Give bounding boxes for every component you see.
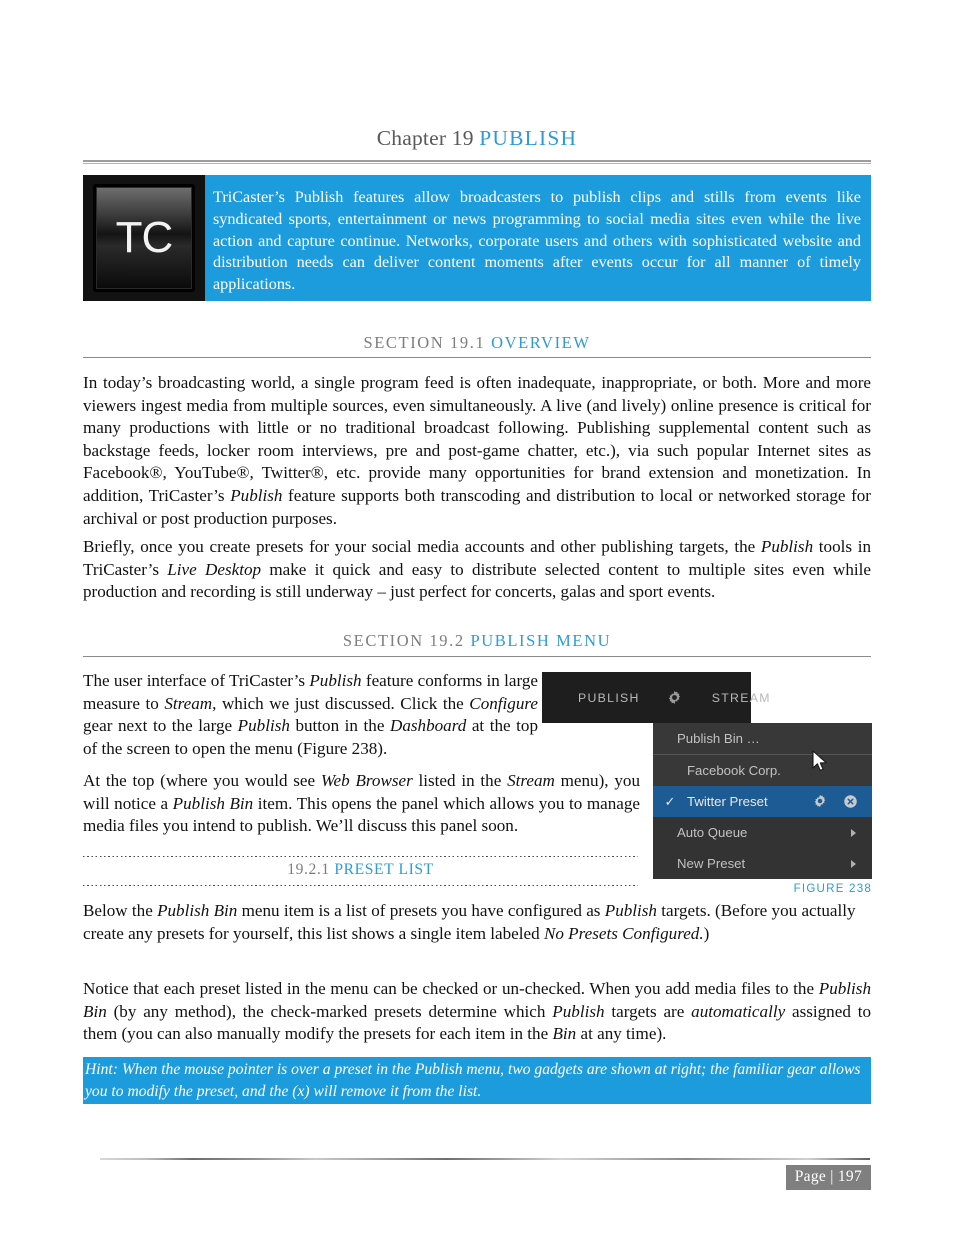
tricaster-logo-text: TC — [115, 213, 174, 262]
paragraph-publish-menu-1: The user interface of TriCaster’s Publis… — [83, 671, 539, 758]
section-19-1-divider — [83, 357, 871, 358]
section-19-2-title: PUBLISH MENU — [470, 631, 612, 650]
tricaster-logo: TC — [83, 175, 205, 301]
page-number-badge: Page | 197 — [785, 1165, 871, 1190]
title-divider — [83, 160, 871, 164]
section-19-2-divider — [83, 656, 871, 657]
menu-item-label: Facebook Corp. — [687, 763, 781, 778]
chapter-number: Chapter 19 — [376, 126, 474, 150]
checkmark-icon: ✓ — [664, 793, 676, 809]
gear-icon[interactable] — [812, 793, 828, 809]
page-title: Chapter 19 PUBLISH — [83, 126, 871, 151]
intro-text: TriCaster’s Publish features allow broad… — [213, 188, 861, 294]
section-heading-19-2: SECTION 19.2 PUBLISH MENU — [83, 631, 871, 651]
menu-item-label: Twitter Preset — [687, 794, 768, 809]
section-19-1-number: SECTION 19.1 — [363, 333, 486, 352]
subsection-heading-19-2-1: 19.2.1 PRESET LIST — [83, 856, 638, 888]
paragraph-preset-list-2: Notice that each preset listed in the me… — [83, 979, 871, 1044]
section-19-1-title: OVERVIEW — [491, 333, 591, 352]
menu-item-label: Auto Queue — [677, 825, 748, 840]
hint-box: Hint: When the mouse pointer is over a p… — [83, 1057, 871, 1104]
section-heading-19-1: SECTION 19.1 OVERVIEW — [83, 333, 871, 353]
close-circle-icon[interactable] — [843, 794, 858, 809]
document-page: Chapter 19 PUBLISH TC TriCaster’s Publis… — [0, 0, 954, 1235]
menu-item-label: Publish Bin … — [677, 731, 760, 746]
menu-item-twitter-preset[interactable]: ✓ Twitter Preset — [653, 786, 872, 817]
footer-divider — [100, 1158, 870, 1160]
paragraph-preset-list-1: Below the Publish Bin menu item is a lis… — [83, 901, 856, 943]
menu-item-publish-bin[interactable]: Publish Bin … — [653, 723, 872, 755]
stream-button-label[interactable]: STREAM — [712, 691, 771, 705]
paragraph-overview-1: In today’s broadcasting world, a single … — [83, 373, 871, 528]
menu-item-label: New Preset — [677, 856, 746, 871]
chapter-keyword: PUBLISH — [479, 126, 578, 150]
chevron-right-icon — [851, 829, 856, 837]
figure-caption: FIGURE 238 — [793, 882, 872, 895]
hint-text: Hint: When the mouse pointer is over a p… — [85, 1061, 861, 1100]
menu-item-auto-queue[interactable]: Auto Queue — [653, 817, 872, 848]
intro-banner: TC TriCaster’s Publish features allow br… — [83, 175, 871, 301]
chevron-right-icon — [851, 860, 856, 868]
menu-item-facebook-corp[interactable]: Facebook Corp. — [653, 755, 872, 786]
subsection-divider-top — [83, 856, 638, 857]
subsection-number: 19.2.1 — [287, 861, 330, 878]
dashboard-bar: PUBLISH STREAM — [542, 672, 769, 723]
section-19-2-number: SECTION 19.2 — [342, 631, 465, 650]
publish-menu: Publish Bin … Facebook Corp. ✓ Twitter P… — [653, 723, 872, 879]
subsection-title: PRESET LIST — [334, 861, 434, 878]
subsection-divider-bottom — [83, 885, 638, 886]
menu-item-new-preset[interactable]: New Preset — [653, 848, 872, 879]
paragraph-overview-2: Briefly, once you create presets for you… — [83, 537, 872, 602]
publish-button-label[interactable]: PUBLISH — [578, 691, 640, 705]
gear-icon[interactable] — [666, 689, 683, 706]
